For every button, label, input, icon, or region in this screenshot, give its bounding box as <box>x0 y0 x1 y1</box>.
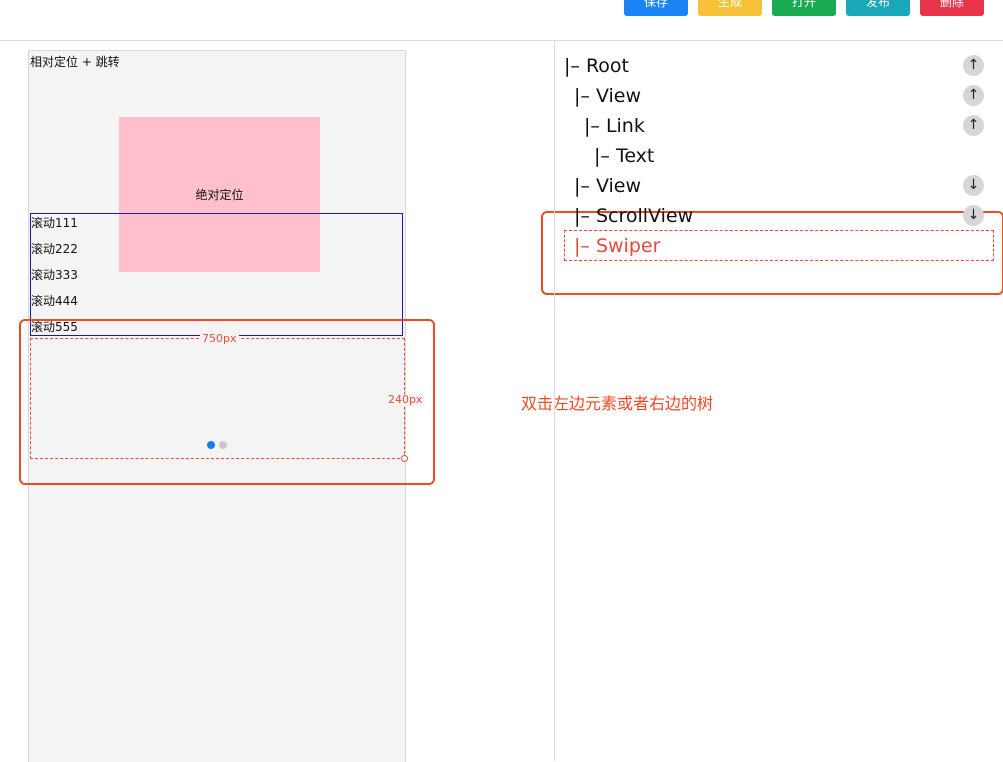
arrow-up-icon[interactable]: ↑ <box>963 55 984 76</box>
absolute-box-label: 绝对定位 <box>195 188 244 202</box>
tree-node-view[interactable]: |– View <box>574 82 641 110</box>
open-button[interactable]: 打开 <box>772 0 836 16</box>
tree-node-scrollview[interactable]: |– ScrollView <box>574 202 693 230</box>
link-text[interactable]: 相对定位 + 跳转 <box>30 53 120 70</box>
arrow-down-icon[interactable]: ↓ <box>963 205 984 226</box>
arrow-up-icon[interactable]: ↑ <box>963 115 984 136</box>
scroll-item[interactable]: 滚动333 <box>31 266 402 292</box>
scroll-item[interactable]: 滚动222 <box>31 240 402 266</box>
tree-node-swiper[interactable]: |– Swiper <box>574 232 660 260</box>
tree-node-text[interactable]: |– Text <box>594 142 654 170</box>
tree-node-view-2[interactable]: |– View <box>574 172 641 200</box>
tree-node-link[interactable]: |– Link <box>584 112 645 140</box>
tree-node-root[interactable]: |– Root <box>564 52 629 80</box>
annotation-box-canvas <box>19 319 435 485</box>
save-button[interactable]: 保存 <box>624 0 688 16</box>
generate-button[interactable]: 生成 <box>698 0 762 16</box>
hint-text: 双击左边元素或者右边的树 <box>521 394 714 413</box>
scroll-item[interactable]: 滚动444 <box>31 292 402 318</box>
scroll-view[interactable]: 滚动111 滚动222 滚动333 滚动444 滚动555 <box>30 213 403 336</box>
panel-divider <box>554 40 555 761</box>
delete-button[interactable]: 删除 <box>920 0 984 16</box>
publish-button[interactable]: 发布 <box>846 0 910 16</box>
arrow-up-icon[interactable]: ↑ <box>963 85 984 106</box>
scroll-item[interactable]: 滚动111 <box>31 214 402 240</box>
arrow-down-icon[interactable]: ↓ <box>963 175 984 196</box>
toolbar: 保存 生成 打开 发布 删除 <box>0 0 1003 41</box>
